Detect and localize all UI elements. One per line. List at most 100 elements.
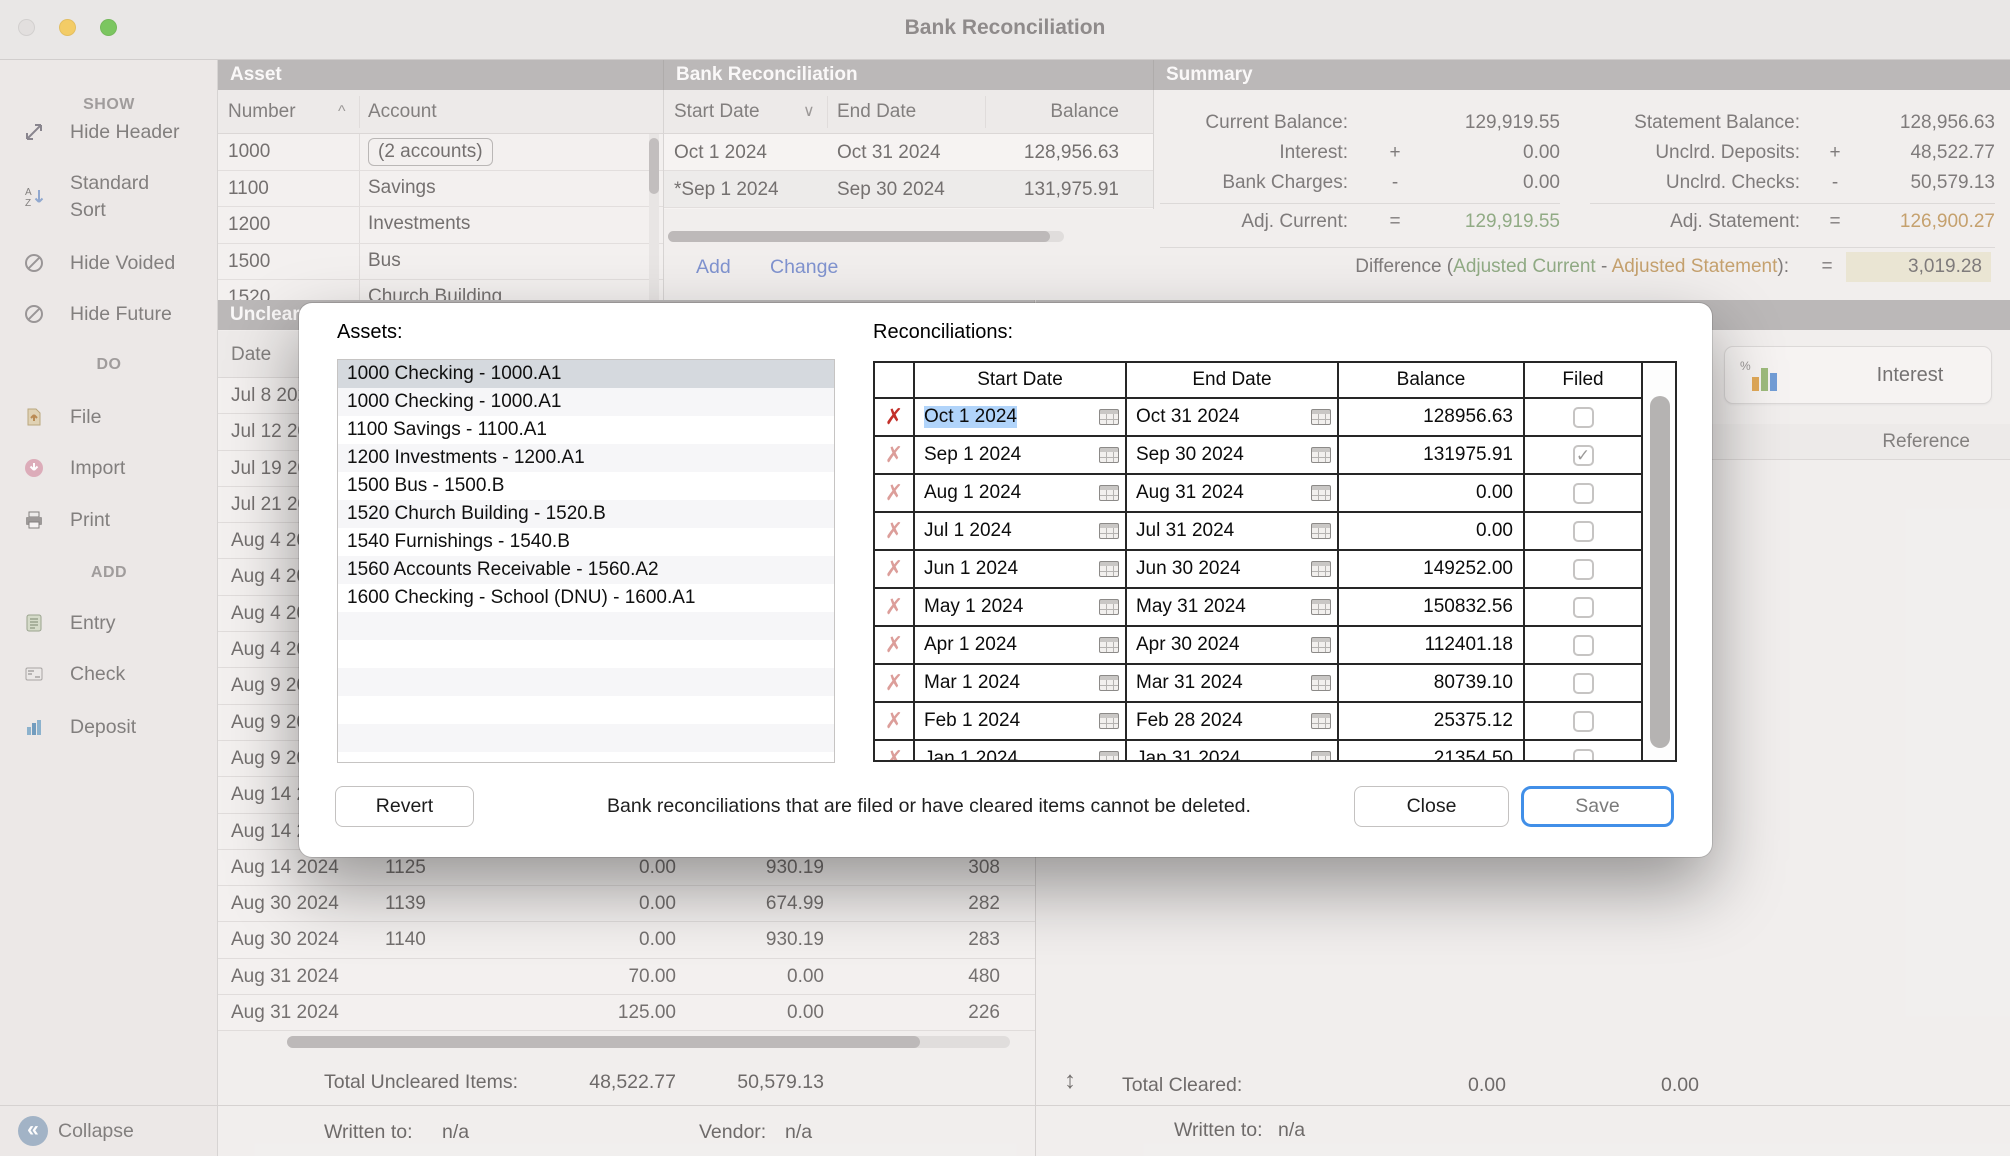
filed-checkbox[interactable]: ✓ [1573, 635, 1594, 656]
filed-cell[interactable]: ✓ [1525, 551, 1643, 587]
balance-cell[interactable]: 112401.18 [1339, 627, 1525, 663]
filed-cell[interactable]: ✓ [1525, 703, 1643, 739]
end-date-cell[interactable]: Jun 30 2024 [1127, 551, 1339, 587]
start-date-cell[interactable]: Feb 1 2024 [915, 703, 1127, 739]
filed-checkbox[interactable]: ✓ [1573, 445, 1594, 466]
asset-option[interactable]: 1520 Church Building - 1520.B [338, 500, 834, 528]
end-date-cell[interactable]: May 31 2024 [1127, 589, 1339, 625]
reconciliation-row[interactable]: ✗ Oct 1 2024 Oct 31 2024 128956.63 ✓ [875, 399, 1643, 437]
end-date-cell[interactable]: Apr 30 2024 [1127, 627, 1339, 663]
reconciliation-row[interactable]: ✗ May 1 2024 May 31 2024 150832.56 ✓ [875, 589, 1643, 627]
filed-cell[interactable]: ✓ [1525, 399, 1643, 435]
balance-cell[interactable]: 149252.00 [1339, 551, 1525, 587]
filed-checkbox[interactable]: ✓ [1573, 559, 1594, 580]
end-date-cell[interactable]: Sep 30 2024 [1127, 437, 1339, 473]
calendar-icon[interactable] [1099, 637, 1119, 653]
delete-reconciliation-icon[interactable]: ✗ [875, 627, 915, 663]
calendar-icon[interactable] [1311, 599, 1331, 615]
calendar-icon[interactable] [1099, 447, 1119, 463]
scrollbar-thumb[interactable] [1650, 396, 1670, 748]
calendar-icon[interactable] [1311, 485, 1331, 501]
balance-cell[interactable]: 128956.63 [1339, 399, 1525, 435]
assets-listbox[interactable]: 1000 Checking - 1000.A1 1000 Checking - … [337, 359, 835, 763]
filed-checkbox[interactable]: ✓ [1573, 749, 1594, 763]
asset-option[interactable]: 1540 Furnishings - 1540.B [338, 528, 834, 556]
reconciliation-row[interactable]: ✗ Feb 1 2024 Feb 28 2024 25375.12 ✓ [875, 703, 1643, 741]
balance-cell[interactable]: 0.00 [1339, 513, 1525, 549]
start-date-cell[interactable]: Sep 1 2024 [915, 437, 1127, 473]
delete-reconciliation-icon[interactable]: ✗ [875, 399, 915, 435]
filed-checkbox[interactable]: ✓ [1573, 483, 1594, 504]
filed-cell[interactable]: ✓ [1525, 741, 1643, 762]
asset-option[interactable]: 1500 Bus - 1500.B [338, 472, 834, 500]
asset-option[interactable]: 1600 Checking - School (DNU) - 1600.A1 [338, 584, 834, 612]
balance-cell[interactable]: 131975.91 [1339, 437, 1525, 473]
calendar-icon[interactable] [1099, 485, 1119, 501]
calendar-icon[interactable] [1099, 561, 1119, 577]
end-date-cell[interactable]: Mar 31 2024 [1127, 665, 1339, 701]
calendar-icon[interactable] [1099, 713, 1119, 729]
asset-option[interactable]: 1000 Checking - 1000.A1 [338, 360, 834, 388]
filed-checkbox[interactable]: ✓ [1573, 521, 1594, 542]
save-button[interactable]: Save [1521, 786, 1674, 827]
calendar-icon[interactable] [1311, 751, 1331, 762]
end-date-cell[interactable]: Aug 31 2024 [1127, 475, 1339, 511]
asset-option[interactable]: 1100 Savings - 1100.A1 [338, 416, 834, 444]
start-date-cell[interactable]: Jan 1 2024 [915, 741, 1127, 762]
start-date-cell[interactable]: Jun 1 2024 [915, 551, 1127, 587]
start-date-cell[interactable]: Oct 1 2024 [915, 399, 1127, 435]
start-date-cell[interactable]: Apr 1 2024 [915, 627, 1127, 663]
balance-cell[interactable]: 150832.56 [1339, 589, 1525, 625]
balance-cell[interactable]: 21354.50 [1339, 741, 1525, 762]
calendar-icon[interactable] [1099, 675, 1119, 691]
reconciliation-row[interactable]: ✗ Apr 1 2024 Apr 30 2024 112401.18 ✓ [875, 627, 1643, 665]
calendar-icon[interactable] [1099, 523, 1119, 539]
reconciliations-scrollbar[interactable] [1645, 363, 1676, 760]
calendar-icon[interactable] [1311, 713, 1331, 729]
balance-cell[interactable]: 25375.12 [1339, 703, 1525, 739]
reconciliation-row[interactable]: ✗ Jan 1 2024 Jan 31 2024 21354.50 ✓ [875, 741, 1643, 762]
asset-option[interactable]: 1560 Accounts Receivable - 1560.A2 [338, 556, 834, 584]
balance-cell[interactable]: 0.00 [1339, 475, 1525, 511]
filed-checkbox[interactable]: ✓ [1573, 711, 1594, 732]
reconciliation-row[interactable]: ✗ Aug 1 2024 Aug 31 2024 0.00 ✓ [875, 475, 1643, 513]
calendar-icon[interactable] [1099, 409, 1119, 425]
close-button-dialog[interactable]: Close [1354, 786, 1509, 827]
start-date-cell[interactable]: May 1 2024 [915, 589, 1127, 625]
calendar-icon[interactable] [1099, 751, 1119, 762]
delete-reconciliation-icon[interactable]: ✗ [875, 437, 915, 473]
delete-reconciliation-icon[interactable]: ✗ [875, 741, 915, 762]
reconciliation-row[interactable]: ✗ Jun 1 2024 Jun 30 2024 149252.00 ✓ [875, 551, 1643, 589]
delete-reconciliation-icon[interactable]: ✗ [875, 589, 915, 625]
delete-reconciliation-icon[interactable]: ✗ [875, 665, 915, 701]
asset-option[interactable]: 1200 Investments - 1200.A1 [338, 444, 834, 472]
calendar-icon[interactable] [1311, 523, 1331, 539]
filed-cell[interactable]: ✓ [1525, 627, 1643, 663]
end-date-cell[interactable]: Oct 31 2024 [1127, 399, 1339, 435]
start-date-cell[interactable]: Mar 1 2024 [915, 665, 1127, 701]
reconciliation-row[interactable]: ✗ Jul 1 2024 Jul 31 2024 0.00 ✓ [875, 513, 1643, 551]
revert-button[interactable]: Revert [335, 786, 474, 827]
filed-cell[interactable]: ✓ [1525, 665, 1643, 701]
filed-cell[interactable]: ✓ [1525, 475, 1643, 511]
filed-cell[interactable]: ✓ [1525, 437, 1643, 473]
delete-reconciliation-icon[interactable]: ✗ [875, 703, 915, 739]
calendar-icon[interactable] [1311, 637, 1331, 653]
balance-cell[interactable]: 80739.10 [1339, 665, 1525, 701]
delete-reconciliation-icon[interactable]: ✗ [875, 513, 915, 549]
end-date-cell[interactable]: Jan 31 2024 [1127, 741, 1339, 762]
calendar-icon[interactable] [1311, 561, 1331, 577]
end-date-cell[interactable]: Jul 31 2024 [1127, 513, 1339, 549]
filed-checkbox[interactable]: ✓ [1573, 597, 1594, 618]
delete-reconciliation-icon[interactable]: ✗ [875, 475, 915, 511]
asset-option[interactable]: 1000 Checking - 1000.A1 [338, 388, 834, 416]
end-date-cell[interactable]: Feb 28 2024 [1127, 703, 1339, 739]
calendar-icon[interactable] [1311, 409, 1331, 425]
start-date-cell[interactable]: Aug 1 2024 [915, 475, 1127, 511]
filed-checkbox[interactable]: ✓ [1573, 407, 1594, 428]
start-date-cell[interactable]: Jul 1 2024 [915, 513, 1127, 549]
filed-cell[interactable]: ✓ [1525, 589, 1643, 625]
calendar-icon[interactable] [1311, 447, 1331, 463]
reconciliation-row[interactable]: ✗ Mar 1 2024 Mar 31 2024 80739.10 ✓ [875, 665, 1643, 703]
reconciliation-row[interactable]: ✗ Sep 1 2024 Sep 30 2024 131975.91 ✓ [875, 437, 1643, 475]
